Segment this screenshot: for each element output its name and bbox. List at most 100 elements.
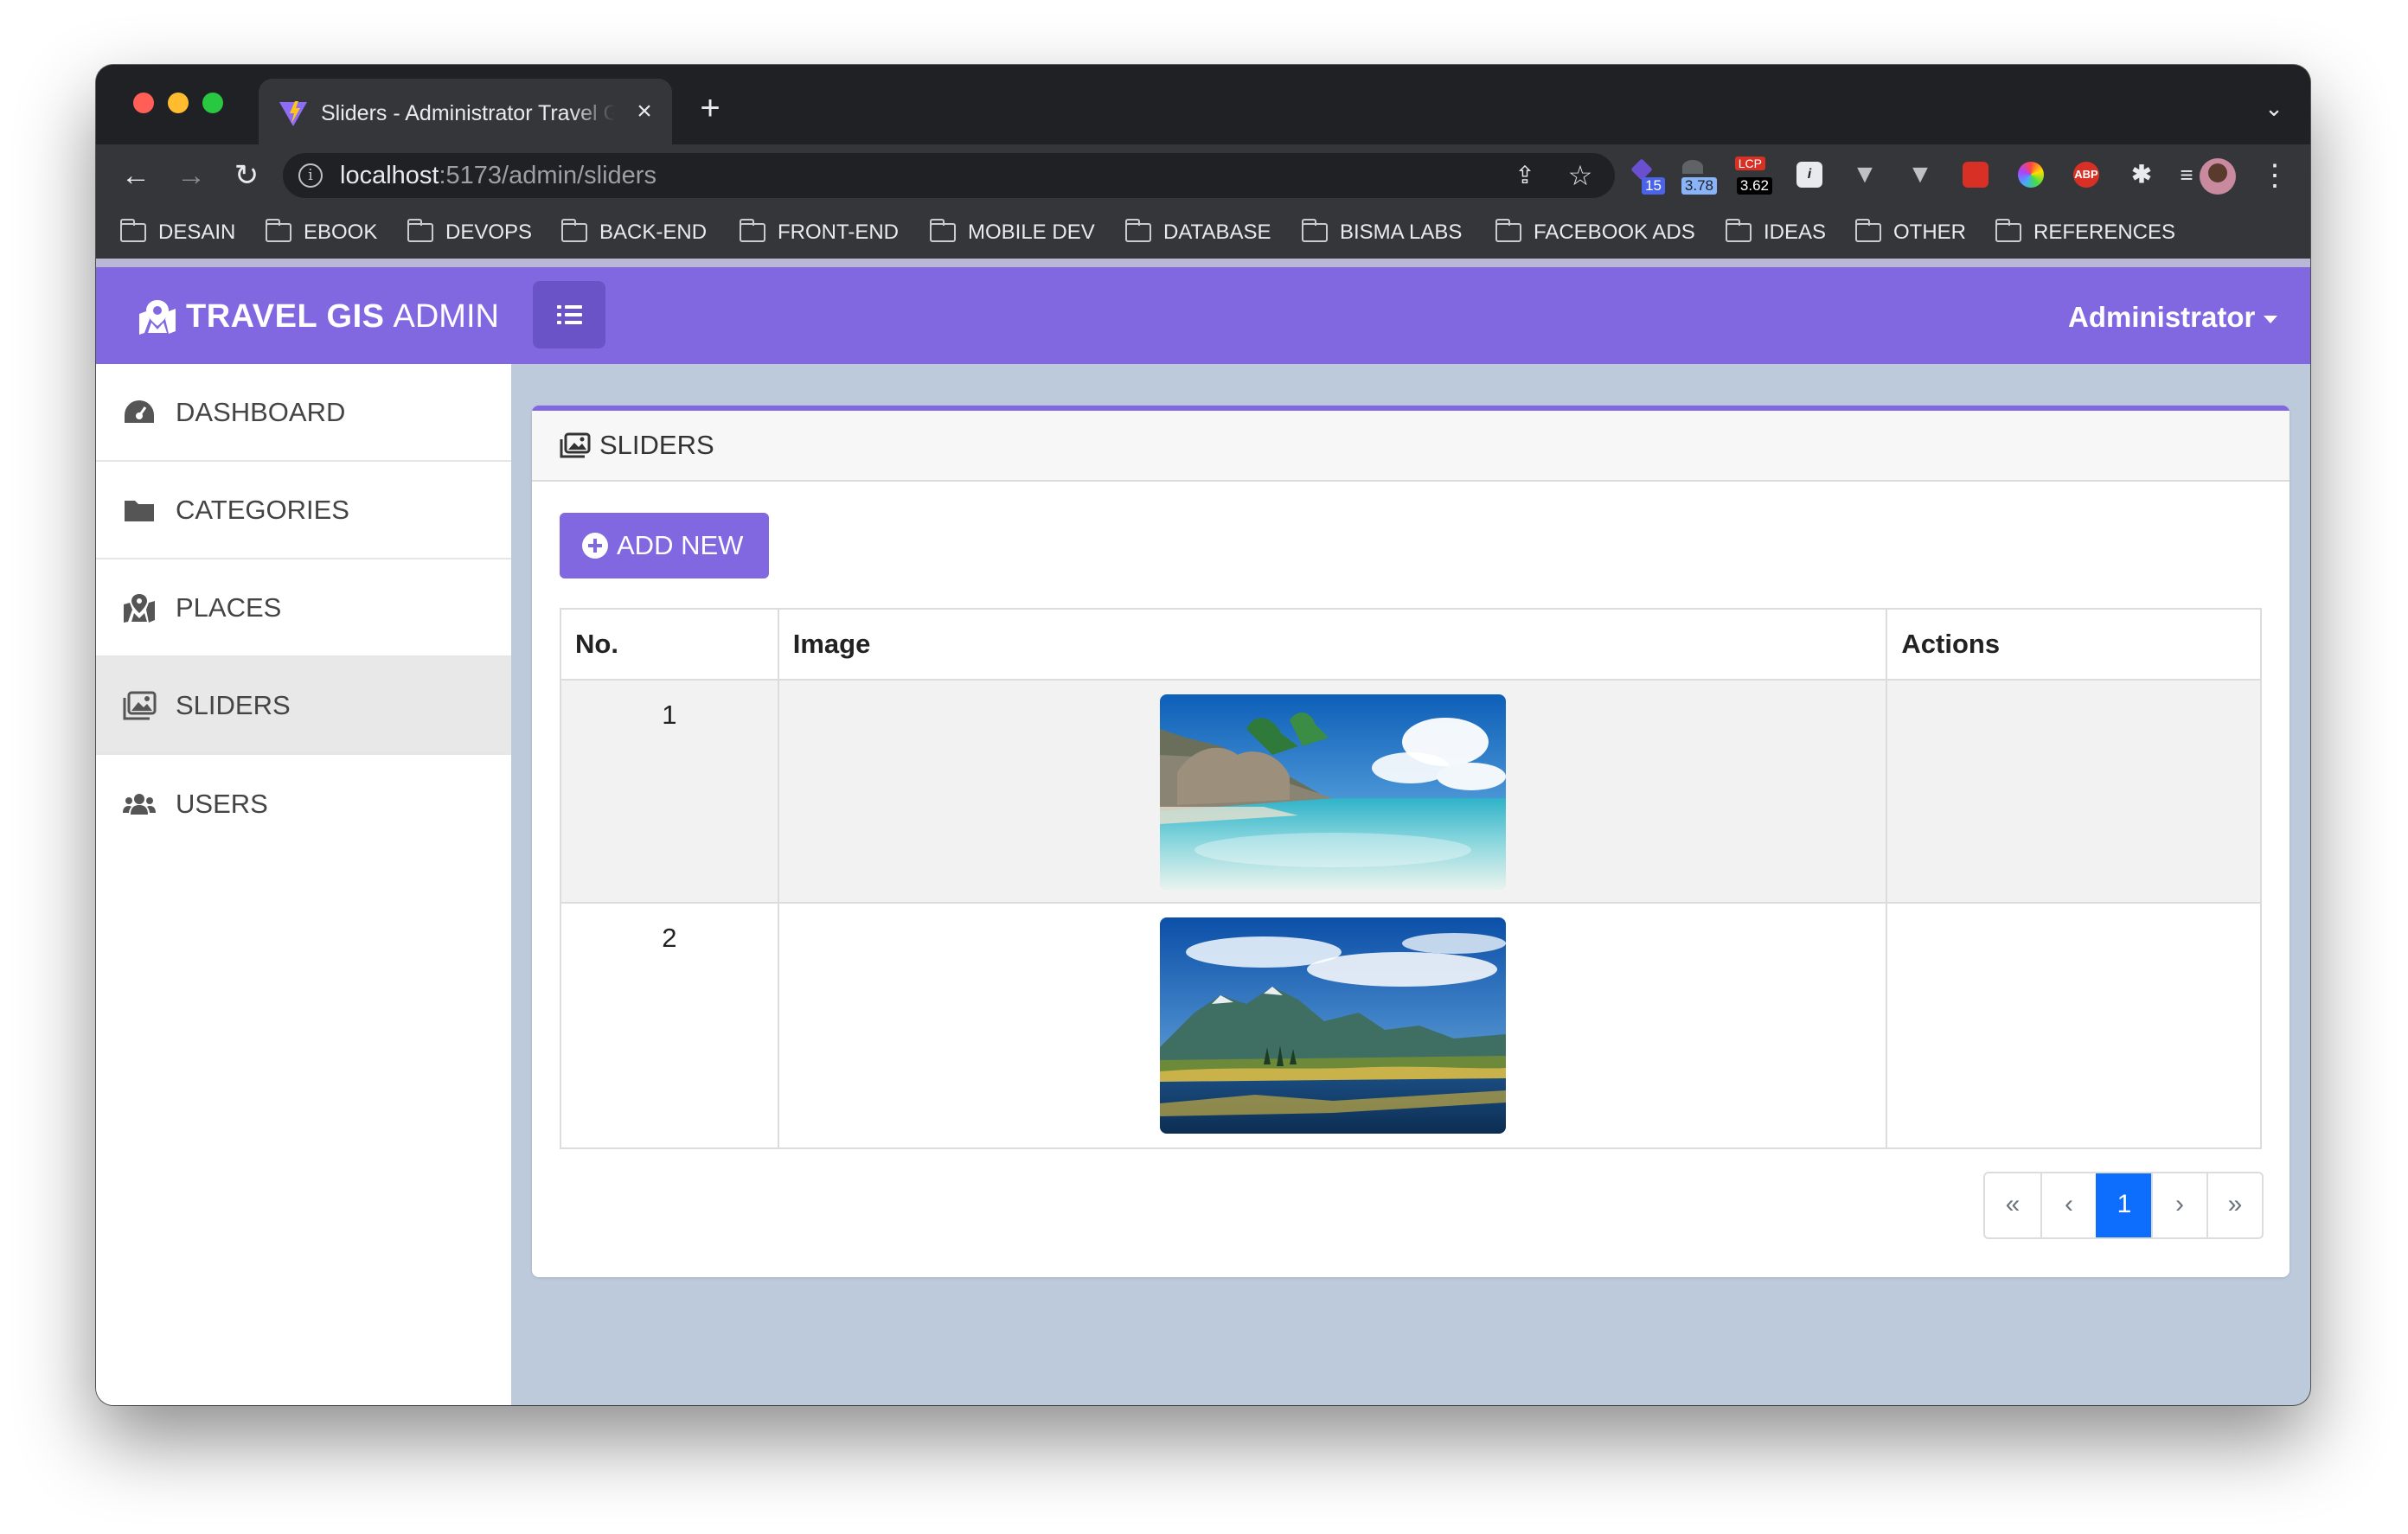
extension-color-picker-icon[interactable]	[2013, 157, 2051, 195]
bookmark-folder[interactable]: DEVOPS	[407, 215, 532, 250]
url-path: :5173/admin/sliders	[439, 162, 656, 189]
sidebar-item-categories[interactable]: CATEGORIES	[96, 462, 511, 559]
bookmark-folder[interactable]: FRONT-END	[740, 215, 899, 250]
bookmark-label: EBOOK	[304, 221, 378, 244]
extension-web-vitals-icon[interactable]: LCP 3.62	[1729, 157, 1772, 195]
bookmark-folder[interactable]: FACEBOOK ADS	[1495, 215, 1695, 250]
bookmark-folder[interactable]: DATABASE	[1125, 215, 1271, 250]
images-icon	[560, 432, 591, 458]
brand-name: TRAVEL GIS	[186, 297, 385, 335]
pagination-last-button[interactable]: »	[2206, 1173, 2262, 1237]
browser-menu-icon[interactable]: ⋮	[2260, 158, 2290, 193]
share-icon[interactable]: ⇪	[1511, 162, 1539, 189]
back-arrow-icon[interactable]: ←	[118, 158, 153, 193]
extensions-puzzle-icon[interactable]: ✱	[2123, 157, 2161, 195]
user-name: Administrator	[2068, 301, 2256, 333]
site-info-icon[interactable]: i	[298, 163, 323, 188]
url-host: localhost	[340, 162, 439, 189]
bookmark-folder[interactable]: BISMA LABS	[1302, 215, 1462, 250]
bookmark-folder[interactable]: EBOOK	[266, 215, 377, 250]
pagination-prev-button[interactable]: ‹	[2040, 1173, 2096, 1237]
address-bar[interactable]: i localhost:5173/admin/sliders ⇪ ☆	[283, 153, 1615, 198]
bookmark-label: DESAIN	[158, 221, 236, 244]
bookmark-label: MOBILE DEV	[968, 221, 1095, 244]
extension-info-icon[interactable]: i	[1791, 157, 1829, 195]
folder-icon	[266, 219, 291, 242]
web-page: TRAVEL GIS ADMIN Administrator DASHBOARD	[96, 259, 2310, 1405]
column-header-actions: Actions	[1886, 608, 2262, 681]
browser-tab-active[interactable]: Sliders - Administrator Travel GIS ×	[259, 79, 672, 144]
sidebar-item-places[interactable]: PLACES	[96, 559, 511, 657]
pagination-next-button[interactable]: ›	[2151, 1173, 2206, 1237]
bookmark-folder[interactable]: DESAIN	[120, 215, 235, 250]
extension-grad-cap-icon[interactable]: 15	[1627, 157, 1665, 195]
tab-close-icon[interactable]: ×	[629, 96, 660, 127]
table-header-row: No. Image Actions	[560, 608, 2262, 681]
bookmark-folder[interactable]: OTHER	[1855, 215, 1966, 250]
bookmark-folder[interactable]: MOBILE DEV	[930, 215, 1095, 250]
add-new-button[interactable]: ADD NEW	[560, 513, 769, 578]
row-number: 1	[560, 679, 779, 904]
mountain-lake-image[interactable]	[1159, 917, 1506, 1134]
bookmark-label: BISMA LABS	[1340, 221, 1463, 244]
bookmark-label: FACEBOOK ADS	[1534, 221, 1695, 244]
bookmark-folder[interactable]: BACK-END	[561, 215, 707, 250]
extension-adblock-plus-icon[interactable]: ABP	[2068, 157, 2106, 195]
tab-title: Sliders - Administrator Travel GIS	[321, 101, 615, 125]
users-icon	[123, 793, 156, 815]
image-cell	[777, 679, 1888, 904]
folder-icon	[125, 500, 154, 521]
sidebar-item-users[interactable]: USERS	[96, 755, 511, 853]
table-row: 2	[560, 902, 2262, 1149]
extension-red-icon[interactable]	[1957, 157, 1995, 195]
folder-icon	[1855, 219, 1881, 242]
extension-badge: 3.78	[1681, 177, 1717, 195]
folder-icon	[740, 219, 765, 242]
bookmark-label: IDEAS	[1764, 221, 1827, 244]
minimize-window-button[interactable]	[168, 93, 189, 113]
extension-vue-icon[interactable]: ▼	[1902, 157, 1940, 195]
page-title: SLIDERS	[599, 430, 714, 460]
brand-logo[interactable]: TRAVEL GIS ADMIN	[138, 295, 499, 338]
sliders-table: No. Image Actions 1 2	[560, 608, 2262, 1149]
reload-icon[interactable]: ↻	[229, 158, 264, 193]
sidebar-toggle-button[interactable]	[533, 281, 605, 348]
column-header-image: Image	[777, 608, 1888, 681]
plus-circle-icon	[582, 533, 608, 559]
bookmark-label: FRONT-END	[778, 221, 899, 244]
zoom-window-button[interactable]	[202, 93, 223, 113]
row-number: 2	[560, 902, 779, 1149]
column-header-no: No.	[560, 608, 779, 681]
bookmark-star-icon[interactable]: ☆	[1565, 160, 1596, 191]
new-tab-plus-icon[interactable]: +	[693, 91, 727, 125]
tropical-beach-image[interactable]	[1159, 694, 1506, 890]
sidebar-item-label: SLIDERS	[176, 689, 291, 720]
tab-search-chevron-icon[interactable]: ⌄	[2258, 93, 2290, 124]
close-window-button[interactable]	[133, 93, 154, 113]
forward-arrow-icon[interactable]: →	[174, 158, 208, 193]
add-new-label: ADD NEW	[617, 530, 744, 560]
folder-icon	[407, 219, 433, 242]
map-marked-icon	[139, 300, 176, 335]
browser-toolbar: ← → ↻ i localhost:5173/admin/sliders ⇪ ☆…	[96, 144, 2310, 207]
bookmark-folder[interactable]: REFERENCES	[1995, 215, 2175, 250]
extension-vue-devtools-icon[interactable]: ▼	[1847, 157, 1885, 195]
extension-badge: ABP	[2073, 162, 2099, 188]
sidebar-item-dashboard[interactable]: DASHBOARD	[96, 364, 511, 462]
bookmark-label: DATABASE	[1163, 221, 1271, 244]
bookmark-folder[interactable]: IDEAS	[1726, 215, 1826, 250]
actions-cell	[1886, 902, 2262, 1149]
sidebar-item-sliders[interactable]: SLIDERS	[96, 657, 511, 755]
user-dropdown[interactable]: Administrator	[2068, 298, 2278, 336]
bookmarks-bar: DESAIN EBOOK DEVOPS BACK-END FRONT-END M…	[96, 207, 2310, 259]
pagination-current-page[interactable]: 1	[2096, 1173, 2151, 1237]
pagination-first-button[interactable]: «	[1985, 1173, 2040, 1237]
url-text[interactable]: localhost:5173/admin/sliders	[340, 160, 656, 191]
profile-avatar[interactable]	[2200, 158, 2236, 195]
tab-strip: Sliders - Administrator Travel GIS × + ⌄	[96, 65, 2310, 144]
extension-speed-icon[interactable]: 3.78	[1672, 157, 1717, 195]
gauge-icon	[125, 399, 154, 423]
folder-icon	[561, 219, 587, 242]
folder-icon	[1995, 219, 2021, 242]
table-row: 1	[560, 679, 2262, 904]
